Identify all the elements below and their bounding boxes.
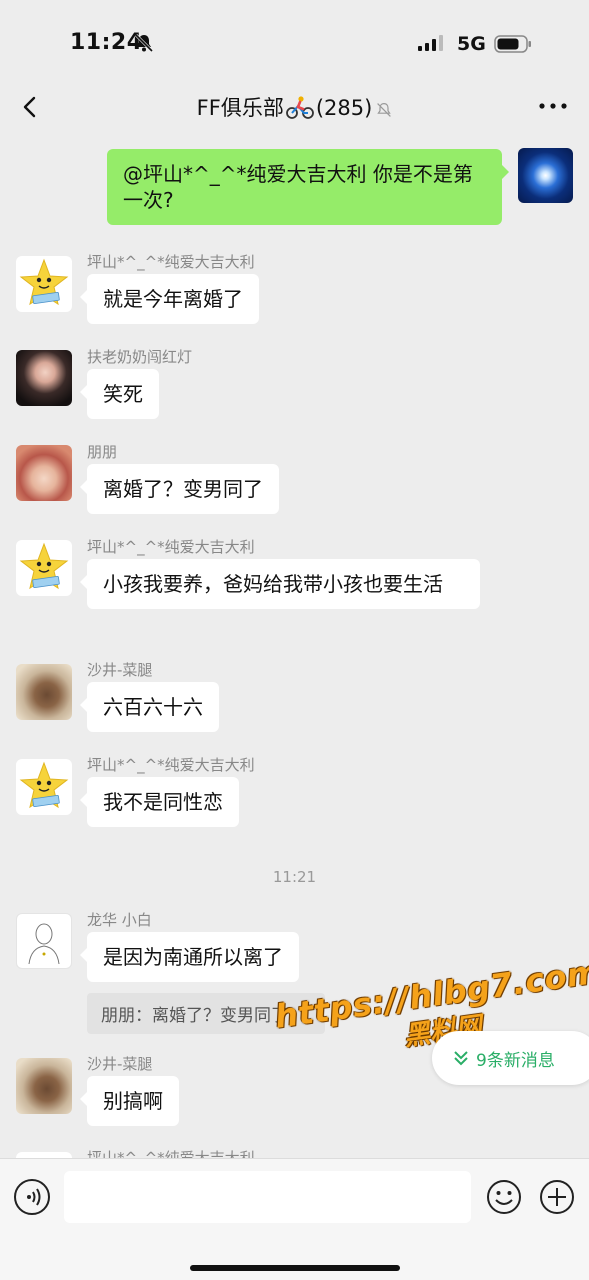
sender-avatar[interactable] bbox=[16, 913, 72, 969]
message-bubble[interactable]: @坪山*^_^*纯爱大吉大利 你是不是第一次? bbox=[107, 149, 509, 225]
message-bubble[interactable]: 别搞啊 bbox=[80, 1076, 179, 1126]
input-bar bbox=[0, 1158, 589, 1280]
sender-name: 坪山*^_^*纯爱大吉大利 bbox=[87, 1149, 255, 1158]
voice-icon bbox=[27, 1188, 41, 1206]
member-count: (285) bbox=[315, 96, 373, 120]
double-chevron-down-icon bbox=[454, 1051, 468, 1066]
signal-icon bbox=[418, 35, 443, 51]
sketch-avatar-icon bbox=[28, 923, 60, 965]
message-text: 别搞啊 bbox=[103, 1089, 163, 1113]
new-messages-button[interactable]: 9条新消息 bbox=[432, 1031, 589, 1085]
sender-avatar[interactable] bbox=[16, 445, 72, 501]
message-bubble[interactable]: 六百六十六 bbox=[80, 682, 219, 732]
sender-avatar[interactable] bbox=[16, 256, 72, 312]
new-messages-label: 9条新消息 bbox=[476, 1050, 555, 1071]
sender-name: 龙华 小白 bbox=[87, 911, 152, 929]
mute-icon bbox=[377, 102, 392, 117]
chat-title[interactable]: FF俱乐部 (285) bbox=[0, 92, 589, 122]
more-options-icon[interactable] bbox=[537, 94, 569, 118]
star-avatar-icon bbox=[19, 761, 69, 809]
chat-header: FF俱乐部 (285) bbox=[0, 80, 589, 132]
message-input[interactable] bbox=[64, 1171, 471, 1223]
sender-avatar[interactable] bbox=[16, 540, 72, 596]
message-bubble[interactable]: 是因为南通所以离了 bbox=[80, 932, 299, 982]
emoji-button[interactable] bbox=[486, 1179, 522, 1215]
plus-button[interactable] bbox=[539, 1179, 575, 1215]
message-text: 离婚了？变男同了 bbox=[103, 477, 263, 501]
sender-name: 沙井-菜腿 bbox=[87, 661, 153, 679]
message-bubble[interactable]: 我不是同性恋 bbox=[80, 777, 239, 827]
network-label: 5G bbox=[457, 33, 486, 55]
message-bubble[interactable]: 离婚了？变男同了 bbox=[80, 464, 279, 514]
message-text: 六百六十六 bbox=[103, 695, 203, 719]
message-bubble[interactable]: 就是今年离婚了 bbox=[80, 274, 259, 324]
message-list[interactable]: @坪山*^_^*纯爱大吉大利 你是不是第一次? 坪山*^_^*纯爱大吉大利 就是… bbox=[0, 132, 589, 1158]
sender-name: 沙井-菜腿 bbox=[87, 1055, 153, 1073]
sender-name: 坪山*^_^*纯爱大吉大利 bbox=[87, 756, 255, 774]
sender-name: 扶老奶奶闯红灯 bbox=[87, 348, 193, 366]
home-indicator bbox=[190, 1265, 400, 1271]
message-text: 我不是同性恋 bbox=[103, 790, 223, 814]
message-text: @坪山*^_^*纯爱大吉大利 你是不是第一次? bbox=[123, 162, 473, 212]
message-text: 是因为南通所以离了 bbox=[103, 945, 283, 969]
sender-name: 坪山*^_^*纯爱大吉大利 bbox=[87, 253, 255, 271]
sender-avatar[interactable] bbox=[16, 664, 72, 720]
chat-title-text: FF俱乐部 bbox=[196, 96, 284, 120]
message-bubble[interactable]: 笑死 bbox=[80, 369, 159, 419]
cyclist-icon bbox=[285, 96, 314, 119]
sender-avatar[interactable] bbox=[16, 759, 72, 815]
bell-off-icon bbox=[134, 33, 154, 53]
sender-name: 朋朋 bbox=[87, 443, 118, 461]
message-text: 就是今年离婚了 bbox=[103, 287, 243, 311]
voice-button[interactable] bbox=[14, 1179, 50, 1215]
self-avatar[interactable] bbox=[518, 148, 573, 203]
star-avatar-icon bbox=[19, 542, 69, 590]
battery-icon bbox=[494, 35, 531, 53]
sender-avatar[interactable] bbox=[16, 1058, 72, 1114]
message-text: 笑死 bbox=[103, 382, 143, 406]
message-text: 小孩我要养，爸妈给我带小孩也要生活 bbox=[103, 572, 443, 596]
sender-avatar[interactable] bbox=[16, 350, 72, 406]
message-bubble[interactable]: 小孩我要养，爸妈给我带小孩也要生活 bbox=[80, 559, 480, 609]
sender-name: 坪山*^_^*纯爱大吉大利 bbox=[87, 538, 255, 556]
status-time: 11:24 bbox=[70, 30, 143, 55]
star-avatar-icon bbox=[19, 258, 69, 306]
status-bar: 11:24 5G bbox=[0, 0, 589, 80]
chat-timestamp: 11:21 bbox=[272, 868, 317, 886]
